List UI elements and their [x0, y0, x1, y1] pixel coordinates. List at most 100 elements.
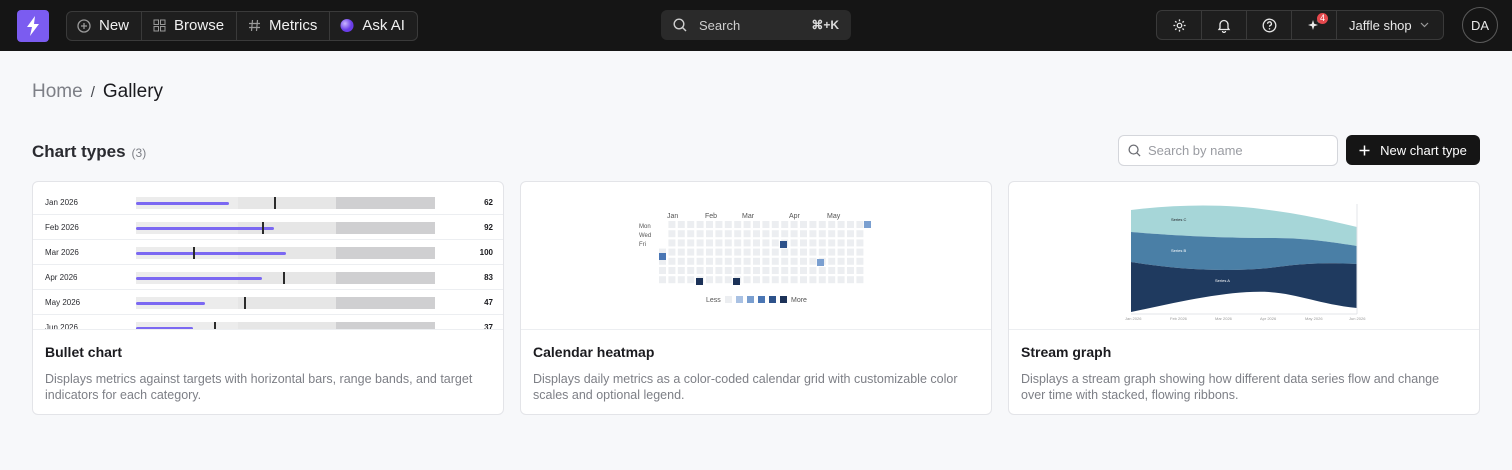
nav-new-label: New: [99, 17, 130, 34]
card-title: Bullet chart: [45, 344, 123, 360]
heatmap-cell: [762, 267, 770, 274]
bullet-row-value: 83: [484, 273, 493, 282]
heatmap-day-label: Fri: [639, 242, 646, 248]
heatmap-cell: [734, 257, 742, 265]
nav-new-button[interactable]: New: [67, 11, 143, 40]
heatmap-cell: [762, 221, 770, 228]
bullet-row-label: Mar 2026: [45, 248, 79, 257]
heatmap-cell: [856, 248, 864, 256]
heatmap-cell: [762, 230, 770, 238]
bullet-track: [136, 197, 435, 209]
heatmap-cell: [734, 248, 742, 256]
heatmap-cell: [790, 221, 798, 228]
heatmap-cell: [837, 248, 845, 256]
legend-less: Less: [706, 297, 721, 304]
heatmap-cell: [790, 239, 798, 247]
heatmap-cell: [677, 267, 685, 274]
workspace-switcher[interactable]: Jaffle shop: [1337, 11, 1443, 39]
bullet-row-label: May 2026: [45, 298, 81, 307]
card-calendar-heatmap[interactable]: Jan Feb Mar Apr May Mon Wed Fri Less Mor…: [520, 181, 992, 415]
stream-x-tick: Feb 2026: [1170, 316, 1188, 321]
heatmap-cell: [687, 267, 695, 274]
grid-icon: [152, 19, 166, 33]
heatmap-cell: [724, 257, 732, 265]
heatmap-cell: [715, 230, 723, 238]
bullet-range-high: [336, 297, 435, 309]
heatmap-cell: [856, 267, 864, 274]
bullet-value-bar: [136, 327, 193, 329]
chevron-down-icon: [1420, 22, 1429, 28]
breadcrumb-home[interactable]: Home: [32, 81, 83, 103]
heatmap-cell: [706, 239, 713, 247]
nav-metrics-button[interactable]: Metrics: [237, 11, 331, 40]
heatmap-cell: [668, 267, 676, 274]
nav-ask-ai-label: Ask AI: [362, 17, 405, 34]
ai-sparkle-button[interactable]: 4: [1292, 11, 1337, 39]
heatmap-cell: [696, 221, 704, 228]
heatmap-cell: [790, 230, 798, 238]
gear-icon: [1172, 18, 1187, 33]
heatmap-cell: [734, 230, 742, 238]
heatmap-cell: [724, 221, 732, 228]
global-search[interactable]: Search ⌘+K: [661, 10, 851, 40]
stream-x-tick: Mar 2026: [1215, 316, 1233, 321]
heatmap-cell: [837, 257, 845, 265]
help-button[interactable]: [1247, 11, 1292, 39]
heatmap-cell: [809, 276, 817, 284]
bullet-target-marker: [282, 272, 285, 284]
card-bullet-chart[interactable]: Jan 2026 62 Feb 2026 92 Mar 2026 100 Apr 2026 8…: [32, 181, 504, 415]
bullet-track: [136, 297, 435, 309]
heatmap-cell: [743, 221, 751, 228]
heatmap-cell: [800, 221, 807, 228]
heatmap-cell: [668, 239, 676, 247]
bullet-row: Jun 2026 37: [33, 315, 503, 330]
heatmap-cell: [677, 257, 685, 265]
bullet-track: [136, 247, 435, 259]
heatmap-cell: [706, 267, 713, 274]
avatar[interactable]: DA: [1462, 7, 1498, 43]
bullet-track: [136, 272, 435, 284]
notifications-button[interactable]: [1202, 11, 1247, 39]
nav-ask-ai-button[interactable]: Ask AI: [330, 12, 417, 40]
heatmap-cell: [818, 267, 826, 274]
heatmap-cell-active: [780, 241, 787, 248]
heatmap-cell: [715, 221, 723, 228]
stream-x-tick: Jan 2026: [1125, 316, 1142, 321]
heatmap-cell: [668, 221, 676, 228]
heatmap-cell: [677, 221, 685, 228]
bullet-track: [136, 222, 435, 234]
bullet-target-marker: [261, 222, 264, 234]
heatmap-cell: [837, 267, 845, 274]
nav-browse-button[interactable]: Browse: [142, 11, 238, 40]
stream-label-c: Series C: [1171, 217, 1186, 222]
hash-icon: [247, 19, 261, 33]
bullet-row-value: 37: [484, 323, 493, 330]
heatmap-cell: [734, 267, 742, 274]
heatmap-cell: [800, 248, 807, 256]
chart-search-input[interactable]: Search by name: [1118, 135, 1338, 166]
legend-more: More: [791, 297, 807, 304]
heatmap-cell: [837, 221, 845, 228]
heatmap-cell: [847, 267, 854, 274]
stream-graph-preview: Series C Series B Series A Jan 2026 Feb …: [1009, 182, 1479, 330]
app-logo[interactable]: [17, 9, 49, 42]
bullet-value-bar: [136, 252, 286, 255]
bullet-row: Apr 2026 83: [33, 265, 503, 290]
heatmap-cell: [762, 276, 770, 284]
new-chart-type-button[interactable]: New chart type: [1346, 135, 1480, 165]
heatmap-cell: [856, 230, 864, 238]
heatmap-cell: [715, 239, 723, 247]
heatmap-cell: [696, 257, 704, 265]
heatmap-cell: [837, 230, 845, 238]
bullet-target-marker: [213, 322, 216, 329]
heatmap-cell: [687, 239, 695, 247]
bullet-row: Jan 2026 62: [33, 190, 503, 215]
chart-search-placeholder: Search by name: [1148, 143, 1243, 158]
heatmap-month-label: Feb: [705, 213, 717, 220]
settings-button[interactable]: [1157, 11, 1202, 39]
heatmap-cell: [743, 248, 751, 256]
stream-x-tick: Jun 2026: [1349, 316, 1366, 321]
heatmap-cell: [809, 248, 817, 256]
heatmap-cell: [668, 276, 676, 284]
card-stream-graph[interactable]: Series C Series B Series A Jan 2026 Feb …: [1008, 181, 1480, 415]
